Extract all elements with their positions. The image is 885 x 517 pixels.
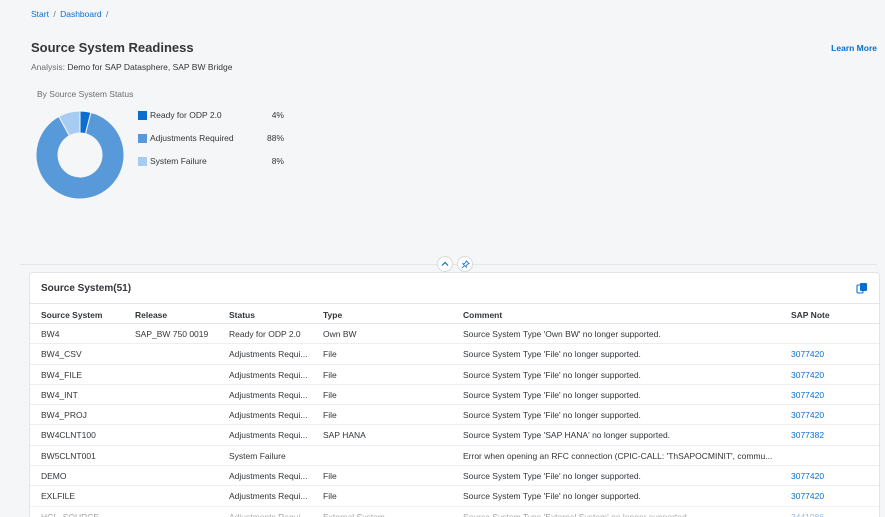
chart-legend: Ready for ODP 2.0 4% Adjustments Required 8…: [138, 110, 298, 179]
status-cell: System Failure: [229, 450, 286, 461]
status-cell: Adjustments Requi...: [229, 410, 308, 421]
type-cell: File: [323, 471, 337, 482]
scroll-fade: [30, 501, 879, 517]
source-system-cell: BW4_FILE: [41, 369, 83, 380]
legend-swatch: [138, 134, 147, 143]
source-system-cell: DEMO: [41, 471, 67, 482]
sap-note-link[interactable]: 3077420: [791, 349, 871, 359]
legend-percentage: 8%: [271, 156, 284, 166]
legend-item[interactable]: System Failure 8%: [138, 156, 298, 179]
status-cell: Adjustments Requi...: [229, 471, 308, 482]
collapse-header-button[interactable]: [437, 256, 453, 272]
legend-label: System Failure: [150, 156, 207, 166]
table-row[interactable]: BW4_CSV Adjustments Requi... File Source Sy…: [30, 344, 879, 365]
analysis-info: Analysis: Demo for SAP Datasphere, SAP B…: [31, 62, 232, 72]
chevron-up-icon: [441, 261, 449, 266]
source-system-cell: BW5CLNT001: [41, 450, 96, 461]
table-row[interactable]: BW4 SAP_BW 750 0019 Ready for ODP 2.0 Own B…: [30, 324, 879, 345]
source-system-cell: BW4: [41, 329, 60, 339]
comment-cell: Source System Type 'File' no longer supp…: [463, 369, 641, 380]
column-header-source-system[interactable]: Source System: [41, 310, 131, 320]
column-header-status[interactable]: Status: [229, 310, 321, 320]
table-row[interactable]: BW4CLNT100 Adjustments Requi... SAP HANA So…: [30, 425, 879, 446]
type-cell: File: [323, 491, 337, 502]
status-cell: Ready for ODP 2.0: [229, 329, 301, 339]
export-icon[interactable]: [856, 282, 868, 294]
learn-more-link[interactable]: Learn More: [831, 43, 877, 53]
column-header-release[interactable]: Release: [135, 310, 227, 320]
comment-cell: Source System Type 'File' no longer supp…: [463, 389, 641, 400]
analysis-value: Demo for SAP Datasphere, SAP BW Bridge: [67, 62, 233, 72]
legend-item[interactable]: Ready for ODP 2.0 4%: [138, 110, 298, 133]
comment-cell: Source System Type 'Own BW' no longer su…: [463, 329, 661, 339]
table-header: Source System Release Status Type Commen…: [30, 303, 879, 324]
legend-swatch: [138, 157, 147, 166]
breadcrumb-separator: /: [106, 9, 109, 19]
comment-cell: Source System Type 'File' no longer supp…: [463, 491, 641, 502]
comment-cell: Source System Type 'SAP HANA' no longer …: [463, 430, 671, 441]
sap-note-link[interactable]: 3077420: [791, 410, 871, 420]
comment-cell: Error when opening an RFC connection (CP…: [463, 450, 773, 461]
type-cell: File: [323, 410, 337, 421]
table-row[interactable]: BW5CLNT001 System Failure Error when openi…: [30, 446, 879, 467]
column-header-comment[interactable]: Comment: [463, 310, 788, 320]
table-row[interactable]: BW4_FILE Adjustments Requi... File Source S…: [30, 365, 879, 385]
breadcrumb-start-link[interactable]: Start: [31, 9, 49, 19]
source-system-cell: BW4_CSV: [41, 349, 82, 360]
source-system-cell: BW4_INT: [41, 389, 78, 400]
status-cell: Adjustments Requi...: [229, 491, 308, 502]
status-cell: Adjustments Requi...: [229, 369, 308, 380]
breadcrumb-separator: /: [53, 9, 56, 19]
source-system-panel: Source System(51) Source System Release …: [29, 272, 880, 517]
table-row[interactable]: BW4_INT Adjustments Requi... File Source Sy…: [30, 385, 879, 406]
sap-note-link[interactable]: 3077382: [791, 430, 871, 440]
comment-cell: Source System Type 'File' no longer supp…: [463, 349, 641, 360]
legend-label: Ready for ODP 2.0: [150, 110, 222, 120]
sap-note-link[interactable]: 3077420: [791, 471, 871, 481]
source-system-cell: BW4CLNT100: [41, 430, 96, 441]
pin-icon: [461, 259, 470, 268]
legend-item[interactable]: Adjustments Required 88%: [138, 133, 298, 156]
table-body: BW4 SAP_BW 750 0019 Ready for ODP 2.0 Own B…: [30, 324, 879, 517]
pin-header-button[interactable]: [457, 256, 473, 272]
breadcrumb-dashboard-link[interactable]: Dashboard: [60, 9, 102, 19]
comment-cell: Source System Type 'File' no longer supp…: [463, 471, 641, 482]
column-header-sap-note[interactable]: SAP Note: [791, 310, 871, 320]
sap-note-link[interactable]: 3077420: [791, 370, 871, 380]
type-cell: SAP HANA: [323, 430, 366, 441]
breadcrumb: Start / Dashboard /: [31, 9, 110, 19]
legend-percentage: 88%: [266, 133, 284, 143]
sap-note-link[interactable]: 3077420: [791, 491, 871, 501]
status-cell: Adjustments Requi...: [229, 430, 308, 441]
table-title: Source System(51): [41, 283, 132, 294]
source-system-cell: EXLFILE: [41, 491, 76, 502]
analysis-label: Analysis:: [31, 62, 66, 72]
type-cell: Own BW: [323, 329, 357, 339]
legend-swatch: [138, 111, 147, 120]
table-row[interactable]: DEMO Adjustments Requi... File Source Syste…: [30, 466, 879, 487]
type-cell: File: [323, 369, 337, 380]
type-cell: File: [323, 349, 337, 360]
status-donut-chart[interactable]: [35, 110, 125, 200]
chart-title: By Source System Status: [37, 89, 134, 99]
legend-percentage: 4%: [271, 110, 284, 120]
status-cell: Adjustments Requi...: [229, 349, 308, 360]
column-header-type[interactable]: Type: [323, 310, 458, 320]
sap-note-link[interactable]: 3077420: [791, 390, 871, 400]
status-cell: Adjustments Requi...: [229, 389, 308, 400]
type-cell: File: [323, 389, 337, 400]
page-title: Source System Readiness: [31, 40, 194, 55]
source-system-cell: BW4_PROJ: [41, 410, 87, 421]
release-cell: SAP_BW 750 0019: [135, 329, 209, 339]
comment-cell: Source System Type 'File' no longer supp…: [463, 410, 641, 421]
table-row[interactable]: BW4_PROJ Adjustments Requi... File Source S…: [30, 405, 879, 426]
legend-label: Adjustments Required: [150, 133, 234, 143]
